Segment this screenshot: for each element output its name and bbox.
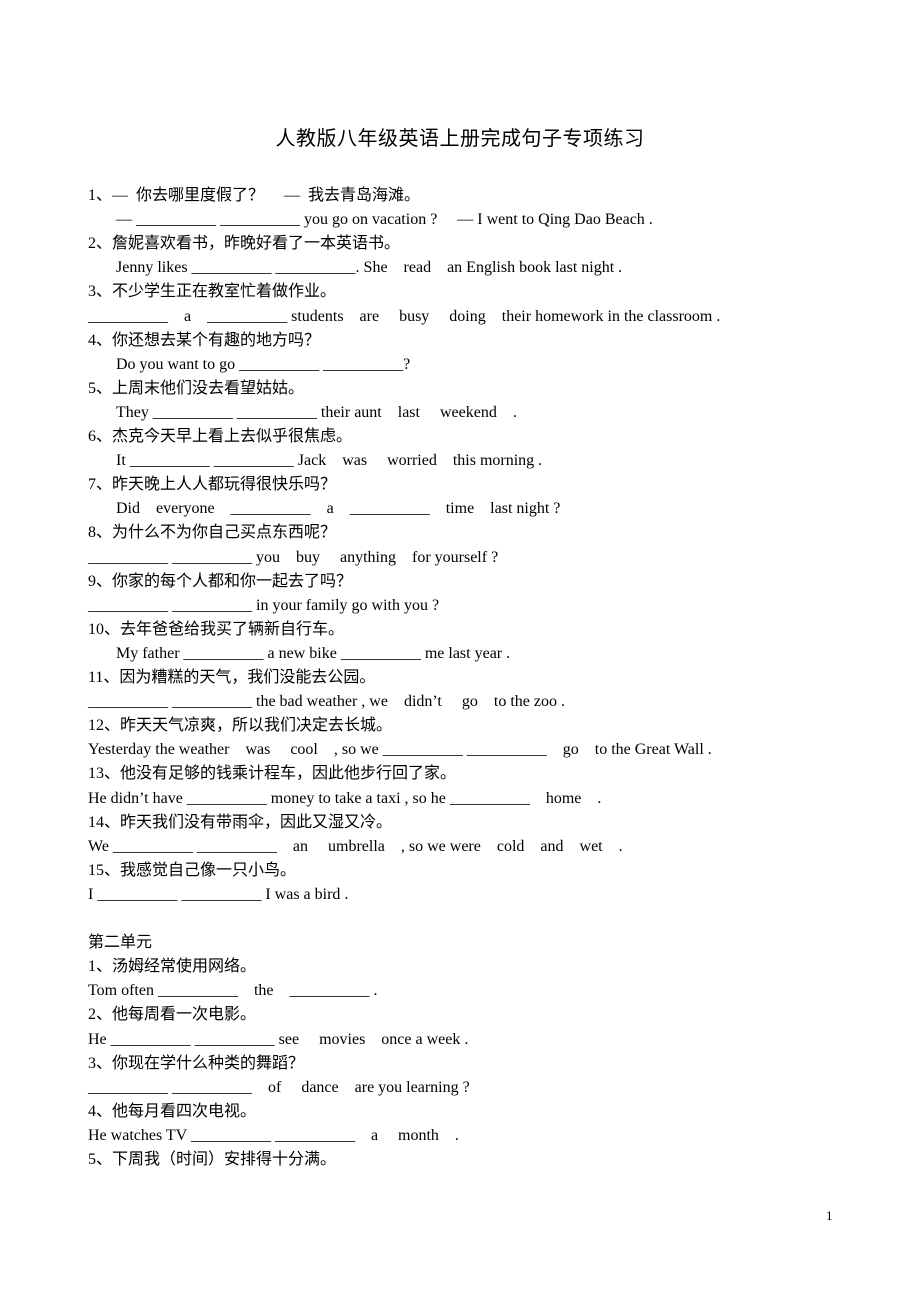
exercise-line: He didn’t have __________ money to take … [88,790,602,807]
exercise-line: __________ __________ you buy anything f… [88,549,499,566]
exercise-line: 2、他每周看一次电影。 [88,1006,257,1023]
page-number: 1 [826,1208,833,1223]
exercise-line: He __________ __________ see movies once… [88,1031,469,1048]
exercise-line: __________ a __________ students are bus… [88,308,721,325]
exercise-line: They __________ __________ their aunt la… [116,404,517,421]
exercise-line: 8、为什么不为你自己买点东西呢？ [88,524,337,541]
exercise-line: 6、杰克今天早上看上去似乎很焦虑。 [88,428,353,445]
exercise-line: — __________ __________ you go on vacati… [116,211,653,228]
document-title: 人教版八年级英语上册完成句子专项练习 [275,128,645,150]
exercise-line: 15、我感觉自己像一只小鸟。 [88,862,297,879]
exercise-line: Did everyone __________ a __________ tim… [116,500,561,517]
exercise-line: 7、昨天晚上人人都玩得很快乐吗？ [88,476,337,493]
exercise-line: Jenny likes __________ __________. She r… [116,259,623,276]
exercise-line: My father __________ a new bike ________… [116,645,511,662]
exercise-line: 14、昨天我们没有带雨伞，因此又湿又冷。 [88,814,393,831]
exercise-line: 5、下周我（时间）安排得十分满。 [88,1151,337,1168]
exercise-line: He watches TV __________ __________ a mo… [88,1127,459,1144]
exercise-line: 2、詹妮喜欢看书，昨晚好看了一本英语书。 [88,235,401,252]
exercise-line: 4、你还想去某个有趣的地方吗？ [88,332,321,349]
exercise-line: 5、上周末他们没去看望姑姑。 [88,380,305,397]
exercise-line: 12、昨天天气凉爽，所以我们决定去长城。 [88,717,393,734]
exercise-line: 11、因为糟糕的天气，我们没能去公园。 [88,669,376,686]
exercise-line: 1、汤姆经常使用网络。 [88,958,257,975]
exercise-line: __________ __________ in your family go … [88,597,440,614]
exercise-line: __________ __________ the bad weather , … [88,693,565,710]
exercise-line: __________ __________ of dance are you l… [88,1079,470,1096]
exercise-line: Do you want to go __________ __________? [116,356,411,373]
section-heading: 第二单元 [88,934,153,951]
exercise-line: It __________ __________ Jack was worrie… [116,452,543,469]
exercise-line: 13、他没有足够的钱乘计程车，因此他步行回了家。 [88,765,457,782]
exercise-line: 10、去年爸爸给我买了辆新自行车。 [88,621,345,638]
exercise-line: 4、他每月看四次电视。 [88,1103,257,1120]
exercise-line: Yesterday the weather was cool , so we _… [88,741,712,758]
exercise-line: I __________ __________ I was a bird . [88,886,349,903]
exercise-line: 1、— 你去哪里度假了？ — 我去青岛海滩。 [88,187,421,204]
exercise-line: 9、你家的每个人都和你一起去了吗？ [88,573,353,590]
exercise-line: 3、你现在学什么种类的舞蹈？ [88,1055,305,1072]
exercise-line: We __________ __________ an umbrella , s… [88,838,623,855]
exercise-line: 3、不少学生正在教室忙着做作业。 [88,283,337,300]
exercise-line: Tom often __________ the __________ . [88,982,378,999]
